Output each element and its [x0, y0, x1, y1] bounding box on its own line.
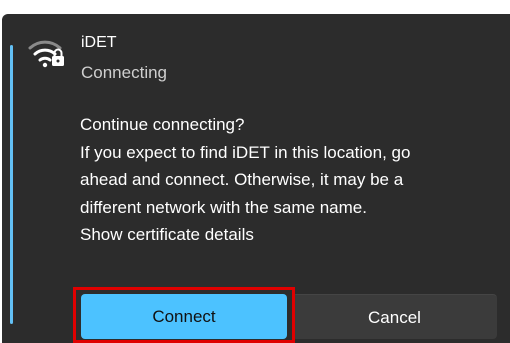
network-status: Connecting [81, 63, 168, 82]
message-line: Continue connecting? [80, 115, 245, 134]
show-certificate-details-link[interactable]: Show certificate details [80, 221, 500, 249]
cancel-button[interactable]: Cancel [292, 294, 497, 339]
wifi-secured-icon [28, 40, 64, 68]
message-line: different network with the same name. [80, 197, 367, 217]
network-name: iDET [81, 34, 117, 51]
connection-warning-message: Continue connecting? If you expect to fi… [80, 111, 500, 249]
screenshot-canvas: iDET Connecting Continue connecting? If … [0, 0, 510, 343]
message-line: ahead and connect. Otherwise, it may be … [80, 170, 404, 189]
connect-button[interactable]: Connect [81, 294, 287, 339]
message-line: If you expect to find iDET in this locat… [80, 142, 411, 162]
selected-indicator-bar [10, 45, 13, 324]
